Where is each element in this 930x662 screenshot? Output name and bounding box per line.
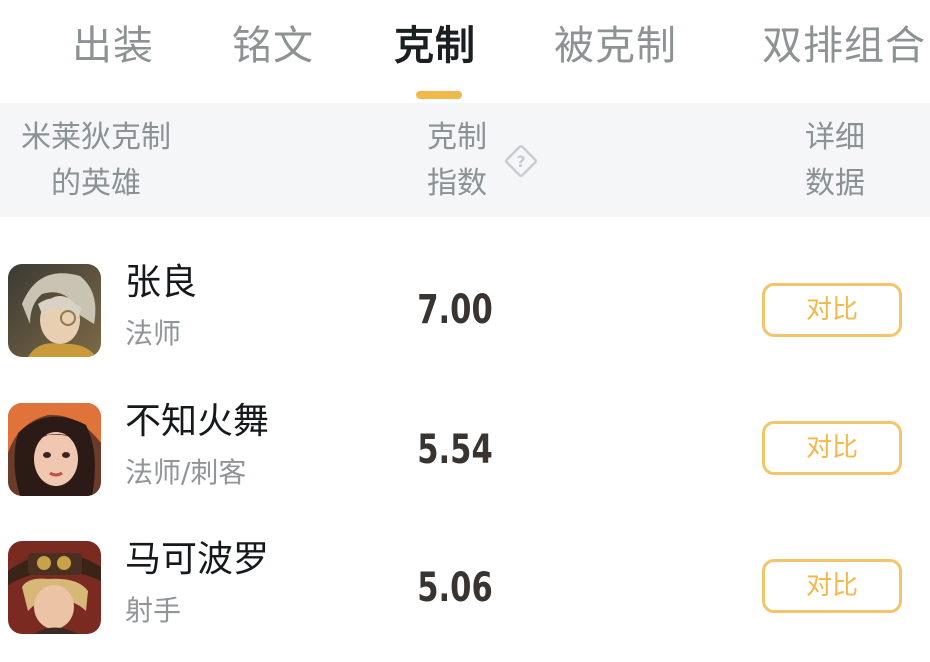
counter-score: 5.54	[417, 427, 493, 473]
active-tab-indicator	[416, 91, 462, 99]
hero-avatar[interactable]	[8, 264, 101, 357]
header-hero-column: 米莱狄克制 的英雄	[6, 115, 186, 207]
hero-name: 不知火舞	[125, 401, 270, 442]
header-hero-line1: 米莱狄克制	[21, 120, 171, 155]
table-row[interactable]: 张良 法师 7.00 对比	[0, 250, 930, 370]
counter-score: 7.00	[417, 287, 493, 333]
hero-name: 张良	[125, 262, 198, 303]
tab-counters[interactable]: 克制	[394, 18, 476, 74]
hero-name: 马可波罗	[125, 539, 270, 580]
tab-duo-combo[interactable]: 双排组合	[762, 18, 926, 74]
header-detail-line1: 详细	[805, 120, 865, 155]
header-detail-column: 详细 数据	[790, 115, 880, 207]
table-row[interactable]: 马可波罗 射手 5.06 对比	[0, 528, 930, 648]
compare-button[interactable]: 对比	[762, 559, 902, 613]
header-score-line2: 指数	[427, 166, 487, 201]
header-hero-line2: 的英雄	[51, 166, 141, 201]
table-row[interactable]: 不知火舞 法师/刺客 5.54 对比	[0, 390, 930, 510]
hero-role: 射手	[125, 594, 182, 627]
hero-role: 法师	[125, 317, 182, 350]
counter-score: 5.06	[417, 565, 493, 611]
header-detail-line2: 数据	[805, 166, 865, 201]
hero-role: 法师/刺客	[125, 456, 247, 489]
header-score-line1: 克制	[427, 120, 487, 155]
hero-avatar[interactable]	[8, 541, 101, 634]
header-score-column: 克制 指数	[412, 115, 502, 207]
hero-avatar[interactable]	[8, 403, 101, 496]
tab-inscription[interactable]: 铭文	[232, 18, 314, 74]
tab-build[interactable]: 出装	[72, 18, 154, 74]
compare-button[interactable]: 对比	[762, 421, 902, 475]
compare-button[interactable]: 对比	[762, 283, 902, 337]
tab-bar: 出装 铭文 克制 被克制 双排组合	[0, 0, 930, 100]
question-diamond-icon[interactable]: ?	[503, 143, 539, 179]
tab-countered-by[interactable]: 被克制	[554, 18, 677, 74]
svg-text:?: ?	[516, 152, 525, 171]
